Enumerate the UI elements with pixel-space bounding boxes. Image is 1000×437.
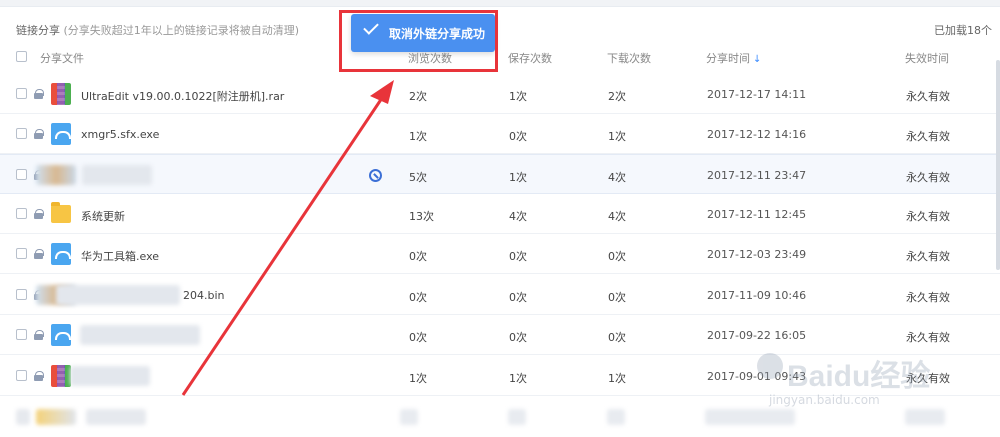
scrollbar[interactable]	[996, 60, 1000, 270]
arrow-head	[370, 80, 394, 104]
paw-logo-icon	[757, 353, 783, 379]
watermark: Baidu经验 jingyan.baidu.com	[757, 343, 992, 418]
watermark-brand: Baidu经验	[787, 360, 931, 393]
arrow-shaft	[181, 97, 384, 396]
watermark-url: jingyan.baidu.com	[769, 393, 880, 407]
